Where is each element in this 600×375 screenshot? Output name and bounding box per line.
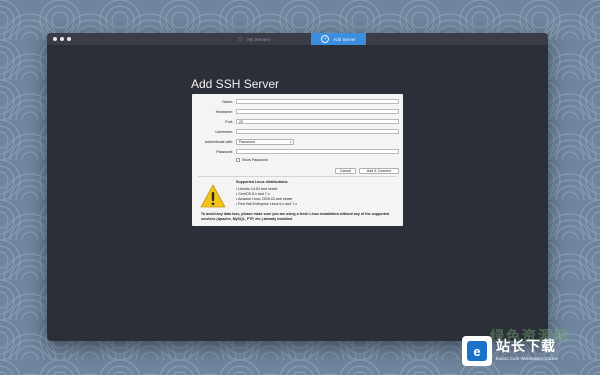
divider xyxy=(198,176,397,177)
distribution-list: Ubuntu 14.04 and newer CentOS 6.x and 7.… xyxy=(236,187,297,207)
tab-my-servers-label: My Servers xyxy=(247,36,271,42)
auth-select[interactable]: Password ⇕ xyxy=(236,138,294,145)
hostname-field[interactable] xyxy=(236,109,399,114)
name-label: Name: xyxy=(222,99,233,104)
title-bar: ☆ My Servers + Add Server xyxy=(47,33,548,45)
name-field[interactable] xyxy=(236,99,399,104)
port-label: Port: xyxy=(225,119,233,124)
hostname-label: Hostname: xyxy=(215,109,233,114)
add-connect-button[interactable]: Add & Connect xyxy=(359,168,399,174)
username-field[interactable] xyxy=(236,129,399,134)
cancel-button[interactable]: Cancel xyxy=(335,168,356,174)
supported-distributions: Supported Linux distributions: Ubuntu 14… xyxy=(236,180,297,207)
port-field[interactable]: 22 xyxy=(236,119,399,124)
watermark: 绿色资源网 e 站长下载 Eaxos.Com Webmaster Codes xyxy=(462,328,600,375)
data-loss-note: To avoid any data loss, please make sure… xyxy=(201,212,390,221)
show-password-row: Show Password xyxy=(236,158,268,162)
show-password-checkbox[interactable] xyxy=(236,158,240,162)
username-label: Username: xyxy=(215,129,233,134)
tab-add-server-label: Add Server xyxy=(333,36,356,42)
tab-add-server[interactable]: + Add Server xyxy=(311,33,366,45)
window-controls xyxy=(53,37,71,41)
watermark-subtitle: Eaxos.Com Webmaster Codes xyxy=(496,356,558,361)
close-window-button[interactable] xyxy=(53,37,57,41)
minimize-window-button[interactable] xyxy=(60,37,64,41)
page-title: Add SSH Server xyxy=(191,77,280,91)
password-label: Password: xyxy=(216,149,233,154)
list-item: Red Hat Enterprise Linux 6.x and 7.x xyxy=(236,202,297,207)
updown-chevron-icon: ⇕ xyxy=(289,139,292,144)
star-icon: ☆ xyxy=(236,35,244,43)
auth-label: Authenticate with: xyxy=(204,139,233,144)
plus-circle-icon: + xyxy=(321,35,330,43)
app-window: ☆ My Servers + Add Server Add SSH Server… xyxy=(47,33,548,341)
auth-select-value: Password xyxy=(239,139,255,144)
show-password-label: Show Password xyxy=(242,158,268,162)
add-server-form: Name: Hostname: Port: 22 Username: Authe… xyxy=(192,94,403,226)
supported-heading: Supported Linux distributions: xyxy=(236,180,289,184)
warning-icon xyxy=(200,184,226,208)
zoom-window-button[interactable] xyxy=(67,37,71,41)
logo-icon: e xyxy=(467,341,487,361)
watermark-logo: e xyxy=(462,336,492,366)
watermark-brand: 站长下载 xyxy=(496,338,556,354)
password-field[interactable] xyxy=(236,149,399,154)
tab-my-servers[interactable]: ☆ My Servers xyxy=(196,33,311,45)
